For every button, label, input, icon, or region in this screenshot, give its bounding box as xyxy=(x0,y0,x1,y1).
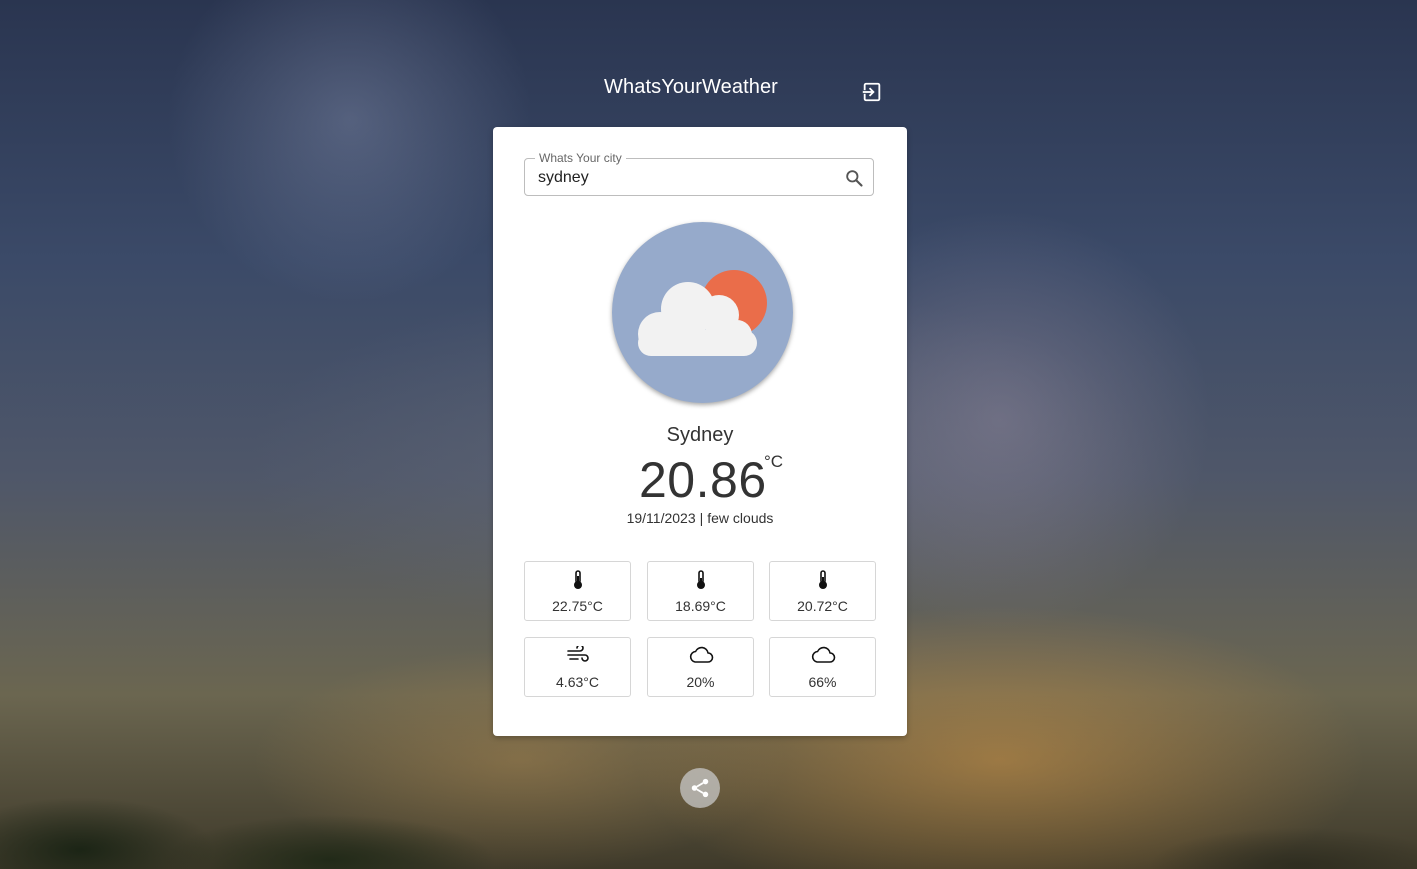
temperature-value: 20.86 xyxy=(639,452,767,508)
thermometer-icon xyxy=(573,570,582,589)
cloud-icon xyxy=(689,646,713,663)
city-name: Sydney xyxy=(666,424,734,446)
city-search-input[interactable] xyxy=(538,168,828,188)
cloud-icon xyxy=(811,646,835,663)
date-and-description: 19/11/2023 | few clouds xyxy=(493,510,907,526)
stat-wind: 4.63°C xyxy=(524,637,631,697)
stat-value: 22.75°C xyxy=(552,598,603,614)
share-button[interactable] xyxy=(680,768,720,808)
app-title: WhatsYourWeather xyxy=(604,76,778,98)
logout-icon xyxy=(861,82,881,102)
share-icon xyxy=(691,778,709,798)
search-label: Whats Your city xyxy=(535,151,626,165)
temperature-unit: °C xyxy=(764,452,784,471)
stat-value: 66% xyxy=(808,674,837,690)
stat-value: 20.72°C xyxy=(797,598,848,614)
stat-humidity: 66% xyxy=(769,637,876,697)
city-search-field: Whats Your city xyxy=(524,151,874,196)
weather-description: few clouds xyxy=(707,510,774,526)
stat-value: 20% xyxy=(686,674,715,690)
few-clouds-icon xyxy=(638,270,767,356)
date: 19/11/2023 xyxy=(626,510,696,526)
stat-value: 4.63°C xyxy=(556,674,599,690)
thermometer-icon xyxy=(818,570,827,589)
weather-card: Whats Your city Sydney 20.86 °C 19/11/20… xyxy=(493,127,907,736)
logout-button[interactable] xyxy=(858,78,886,106)
stat-max-temp: 22.75°C xyxy=(524,561,631,621)
temperature-display: 20.86 °C xyxy=(493,449,907,509)
search-icon xyxy=(846,170,863,187)
thermometer-icon xyxy=(696,570,705,589)
stat-min-temp: 18.69°C xyxy=(647,561,754,621)
separator: | xyxy=(699,510,704,526)
stat-value: 18.69°C xyxy=(675,598,726,614)
search-button[interactable] xyxy=(843,167,865,189)
wind-icon xyxy=(566,646,589,662)
weather-condition-image xyxy=(612,222,793,403)
stat-feels-like: 20.72°C xyxy=(769,561,876,621)
stat-cloudiness: 20% xyxy=(647,637,754,697)
